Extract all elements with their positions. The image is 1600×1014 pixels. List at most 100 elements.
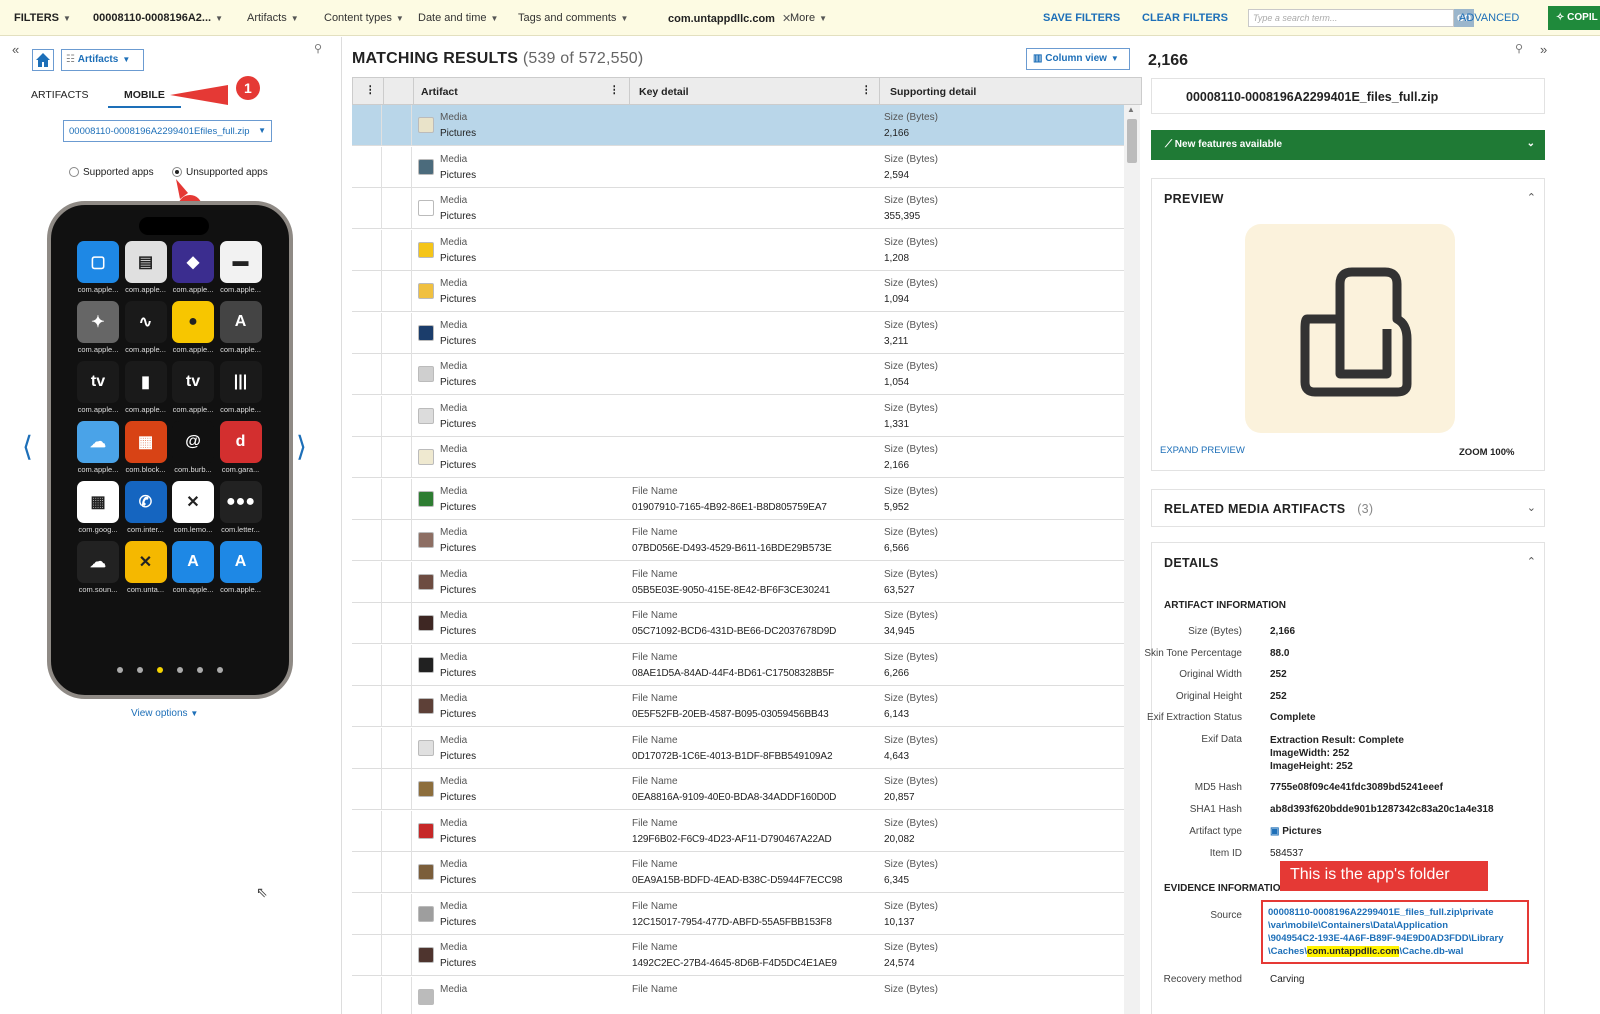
row-cell[interactable] [382, 893, 412, 935]
supported-apps-radio[interactable]: Supported apps [69, 167, 154, 178]
col-artifact-header[interactable]: Artifact [421, 86, 458, 98]
row-cell[interactable] [352, 105, 382, 146]
row-cell[interactable] [352, 561, 382, 603]
collapse-preview-icon[interactable]: ⌃ [1527, 191, 1536, 204]
row-cell[interactable] [352, 603, 382, 644]
thumbnail-icon[interactable] [418, 781, 434, 797]
view-options-link[interactable]: View options ▼ [131, 708, 198, 719]
row-cell[interactable] [382, 810, 412, 852]
row-cell[interactable] [382, 852, 412, 893]
app-icon[interactable]: A [219, 541, 262, 583]
row-cell[interactable] [352, 810, 382, 852]
page-dot[interactable] [197, 667, 203, 673]
table-row[interactable]: Media Pictures Size (Bytes) 1,054 [352, 354, 1124, 395]
row-cell[interactable] [352, 437, 382, 478]
table-row[interactable]: Media Pictures File Name 1492C2EC-27B4-4645… [352, 935, 1124, 976]
thumbnail-icon[interactable] [418, 864, 434, 880]
row-cell[interactable] [352, 852, 382, 893]
thumbnail-icon[interactable] [418, 449, 434, 465]
source-path-link[interactable]: 00008110-0008196A2299401E_files_full.zip… [1268, 906, 1504, 958]
table-row[interactable]: Media Pictures File Name 05C71092-BCD6-431D… [352, 603, 1124, 644]
table-row[interactable]: Media Pictures Size (Bytes) 2,594 [352, 146, 1124, 188]
thumbnail-icon[interactable] [418, 698, 434, 714]
new-features-banner[interactable]: ⟋ New features available ⌄ [1151, 130, 1545, 160]
row-cell[interactable] [352, 188, 382, 229]
app-icon[interactable]: ✆ [124, 481, 167, 523]
thumbnail-icon[interactable] [418, 615, 434, 631]
artifacts-view-dropdown[interactable]: ☷ Artifacts ▼ [61, 49, 144, 71]
expand-related-icon[interactable]: ⌄ [1527, 501, 1536, 514]
row-cell[interactable] [352, 146, 382, 188]
table-row[interactable]: Media Pictures Size (Bytes) 1,208 [352, 229, 1124, 271]
thumbnail-icon[interactable] [418, 117, 434, 133]
thumbnail-icon[interactable] [418, 532, 434, 548]
grid-menu-icon[interactable]: ⋮ [365, 84, 376, 96]
related-media-card[interactable]: RELATED MEDIA ARTIFACTS (3) ⌄ [1151, 489, 1545, 527]
row-cell[interactable] [352, 478, 382, 520]
zoom-level[interactable]: ZOOM 100% [1459, 447, 1514, 458]
thumbnail-icon[interactable] [418, 158, 434, 175]
scrollbar[interactable]: ▲ [1124, 105, 1140, 1014]
row-cell[interactable] [352, 769, 382, 810]
page-dot[interactable] [217, 667, 223, 673]
row-cell[interactable] [352, 976, 382, 1014]
app-icon[interactable]: A [172, 541, 214, 583]
thumbnail-icon[interactable] [418, 947, 434, 963]
row-cell[interactable] [382, 520, 412, 561]
prev-page-icon[interactable]: ⟨ [22, 430, 33, 463]
thumbnail-icon[interactable] [418, 656, 434, 673]
thumbnail-icon[interactable] [418, 573, 434, 590]
app-icon[interactable]: ✕ [124, 541, 167, 583]
copilot-button[interactable]: ✧ COPIL [1548, 6, 1600, 30]
row-cell[interactable] [352, 727, 382, 769]
app-icon[interactable]: ✦ [77, 301, 119, 343]
row-cell[interactable] [352, 354, 382, 395]
pin-icon[interactable]: ⚲ [314, 42, 322, 55]
expand-icon[interactable]: ⌄ [1527, 138, 1535, 149]
thumbnail-icon[interactable] [418, 739, 434, 756]
table-row[interactable]: Media Pictures File Name 08AE1D5A-84AD-44F4… [352, 644, 1124, 686]
row-cell[interactable] [382, 644, 412, 686]
scrollbar-thumb[interactable] [1127, 119, 1137, 163]
table-row[interactable]: Media Pictures File Name 01907910-7165-4B92… [352, 478, 1124, 520]
table-row[interactable]: Media Pictures File Name 05B5E03E-9050-415E… [352, 561, 1124, 603]
row-cell[interactable] [352, 229, 382, 271]
tab-artifacts[interactable]: ARTIFACTS [31, 89, 89, 101]
expand-preview-link[interactable]: EXPAND PREVIEW [1160, 445, 1245, 456]
row-cell[interactable] [352, 935, 382, 976]
app-icon[interactable]: ▬ [219, 241, 262, 283]
table-row[interactable]: Media Pictures File Name 0EA8816A-9109-40E0… [352, 769, 1124, 810]
app-icon[interactable]: ∿ [124, 301, 167, 343]
thumbnail-icon[interactable] [418, 241, 434, 258]
app-icon[interactable]: ☁ [77, 541, 119, 583]
row-cell[interactable] [382, 935, 412, 976]
next-page-icon[interactable]: ⟩ [296, 430, 307, 463]
thumbnail-icon[interactable] [418, 490, 434, 507]
collapse-details-icon[interactable]: ⌃ [1527, 555, 1536, 568]
table-row[interactable]: Media Pictures Size (Bytes) 355,395 [352, 188, 1124, 229]
row-cell[interactable] [382, 727, 412, 769]
row-cell[interactable] [352, 644, 382, 686]
app-icon[interactable]: ▦ [124, 421, 167, 463]
table-row[interactable]: Media Pictures Size (Bytes) 2,166 [352, 105, 1124, 146]
row-cell[interactable] [352, 520, 382, 561]
table-row[interactable]: Media Pictures File Name 0EA9A15B-BDFD-4EAD… [352, 852, 1124, 893]
thumbnail-icon[interactable] [418, 200, 434, 216]
content-types-filter[interactable]: Content types ▼ [324, 12, 404, 24]
app-icon[interactable]: @ [172, 421, 214, 463]
row-cell[interactable] [382, 146, 412, 188]
table-row[interactable]: Media File Name Size (Bytes) [352, 976, 1124, 1014]
app-icon[interactable]: ◆ [172, 241, 214, 283]
row-cell[interactable] [382, 271, 412, 312]
app-icon[interactable]: ✕ [172, 481, 214, 523]
app-icon[interactable]: ●●● [219, 481, 262, 523]
col-artifact-menu-icon[interactable]: ⋮ [609, 84, 620, 96]
table-row[interactable]: Media Pictures File Name 0E5F52FB-20EB-4587… [352, 686, 1124, 727]
thumbnail-icon[interactable] [418, 988, 434, 1005]
row-cell[interactable] [382, 229, 412, 271]
page-dot[interactable] [177, 667, 183, 673]
table-row[interactable]: Media Pictures Size (Bytes) 3,211 [352, 312, 1124, 354]
advanced-search-link[interactable]: ADVANCED [1459, 12, 1519, 24]
table-row[interactable]: Media Pictures File Name 0D17072B-1C6E-4013… [352, 727, 1124, 769]
search-input[interactable]: Type a search term... [1248, 9, 1454, 27]
